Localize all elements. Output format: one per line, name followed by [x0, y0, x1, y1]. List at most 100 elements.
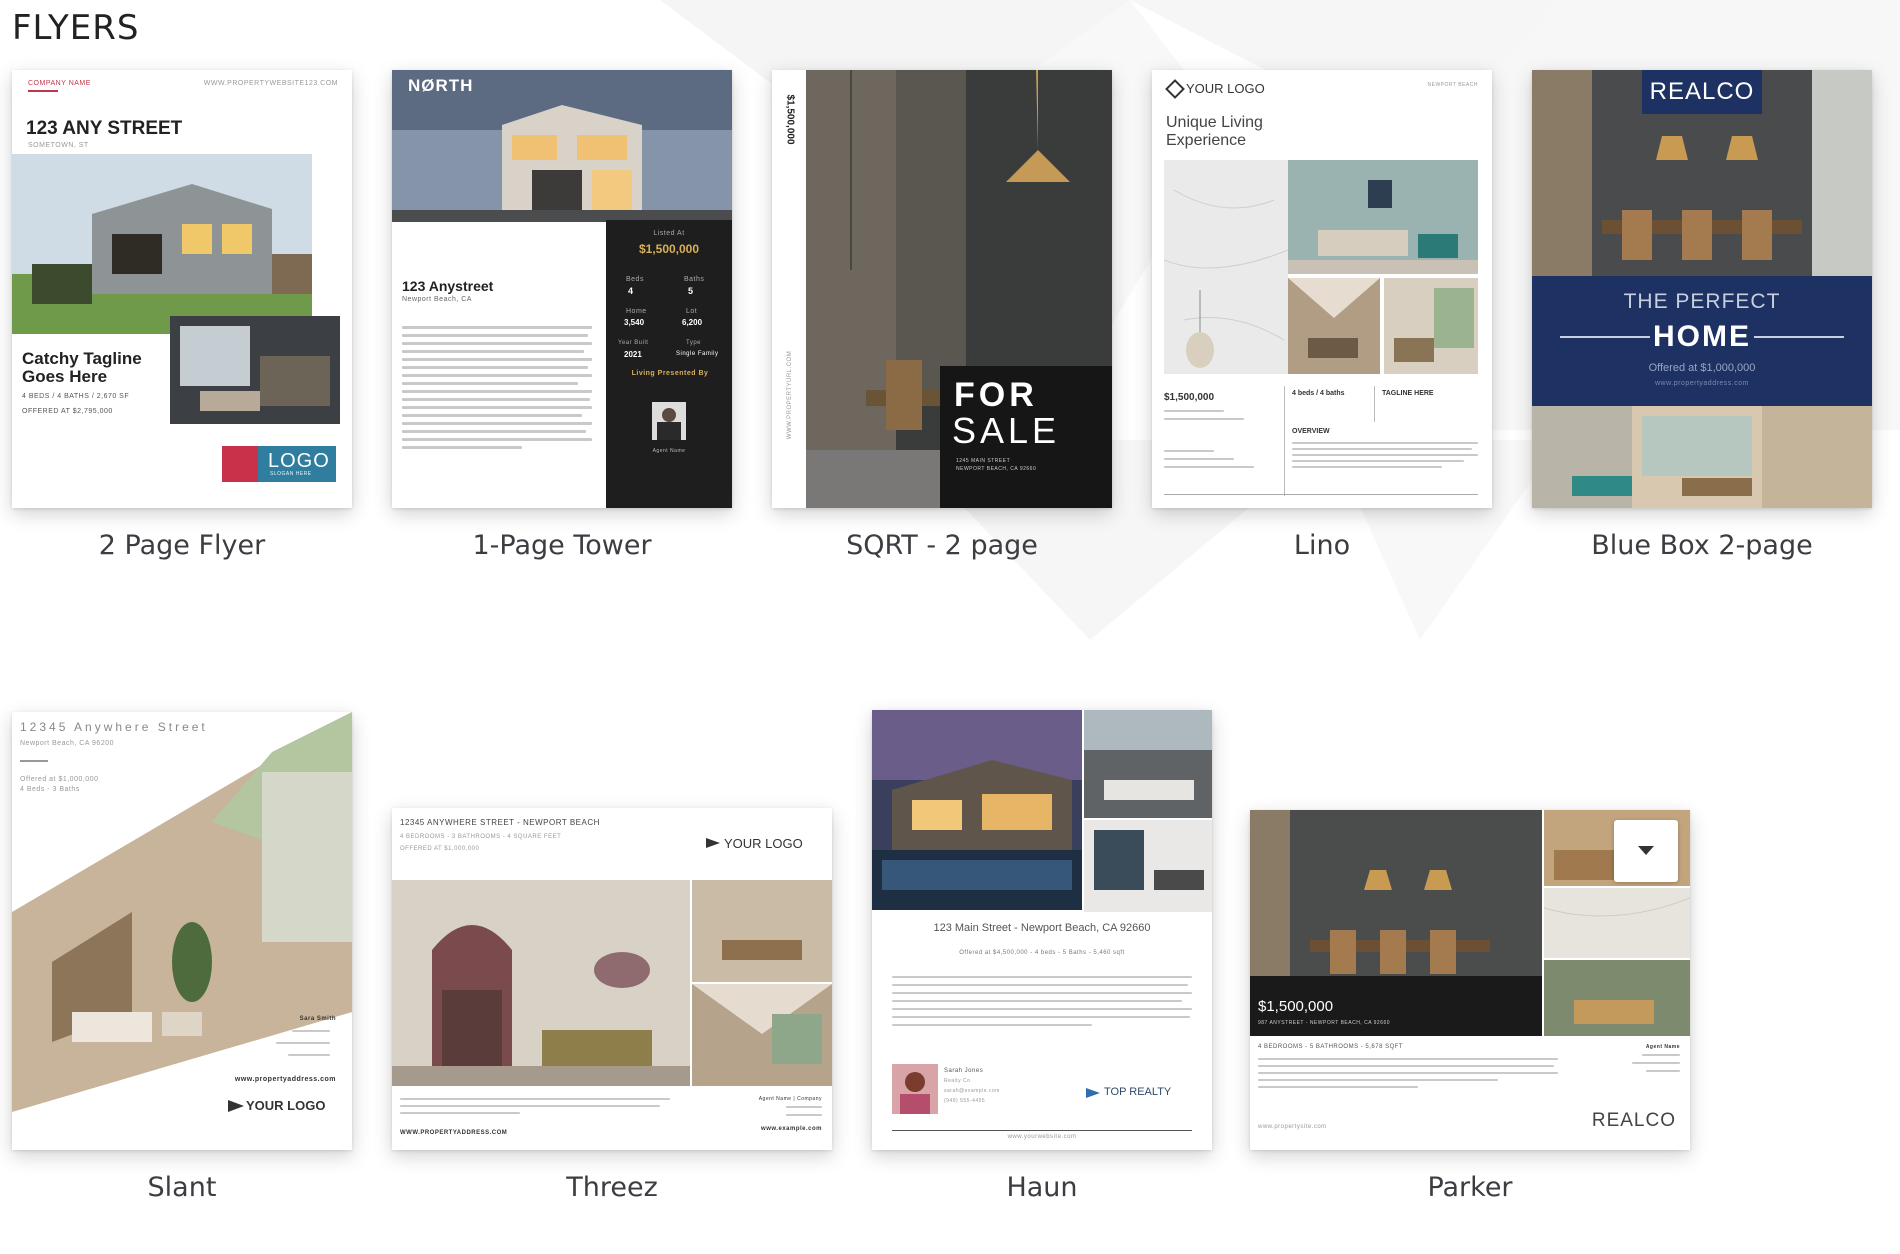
slant-divider	[20, 760, 48, 762]
template-card-blue-box-2-page[interactable]: REALCO THE PERFECT HOME Offered at $1,00…	[1532, 70, 1872, 580]
location-text: NEWPORT BEACH	[1427, 82, 1478, 88]
lino-divider-2	[1374, 386, 1375, 422]
logo-text: YOUR LOGO	[1186, 81, 1265, 96]
flyer-city: SOMETOWN, ST	[28, 142, 89, 149]
template-options-dropdown[interactable]	[1614, 820, 1678, 882]
template-thumbnail[interactable]: COMPANY NAME WWW.PROPERTYWEBSITE123.COM …	[12, 70, 352, 508]
slant-address: 12345 Anywhere Street	[20, 720, 208, 734]
slant-offered: Offered at $1,000,000	[20, 776, 99, 783]
headline-line-1: THE PERFECT	[1623, 290, 1781, 313]
template-thumbnail[interactable]: REALCO THE PERFECT HOME Offered at $1,00…	[1532, 70, 1872, 508]
flyer-tagline: Catchy Tagline Goes Here	[22, 349, 142, 386]
agent-photo	[652, 402, 686, 440]
lino-beds: 4 beds / 4 baths	[1292, 390, 1345, 397]
template-thumbnail[interactable]: NØRTH Listed At $1,500,000 Beds 4 Baths …	[392, 70, 732, 508]
lino-divider-1	[1284, 386, 1285, 496]
interior-photo-1	[1288, 278, 1380, 374]
interior-photo-2	[1384, 278, 1478, 374]
template-label[interactable]: Blue Box 2-page	[1532, 530, 1872, 561]
address: 1245 MAIN STREET	[956, 458, 1011, 464]
side-photo-3	[1544, 960, 1690, 1036]
template-card-1-page-tower[interactable]: NØRTH Listed At $1,500,000 Beds 4 Baths …	[392, 70, 732, 580]
lino-bottom-rule	[1164, 494, 1478, 495]
offered-text: Offered at $1,000,000	[1648, 362, 1756, 374]
chevron-down-icon	[1638, 846, 1654, 855]
haun-agent: Sarah Jones	[944, 1068, 984, 1074]
template-label[interactable]: 2 Page Flyer	[12, 530, 352, 561]
slant-city: Newport Beach, CA 96200	[20, 740, 114, 747]
agent-email-line	[786, 1114, 822, 1116]
parker-specs: 4 BEDROOMS - 5 BATHROOMS - 5,678 SQFT	[1258, 1044, 1404, 1050]
main-room-photo	[392, 880, 690, 1086]
template-label[interactable]: 1-Page Tower	[392, 530, 732, 561]
template-card-haun[interactable]: 123 Main Street - Newport Beach, CA 9266…	[872, 710, 1212, 1222]
lot-label: Lot	[686, 308, 698, 315]
flag-icon	[1086, 1088, 1100, 1098]
haun-brand: TOP REALTY	[1104, 1086, 1172, 1098]
template-card-2-page-flyer[interactable]: COMPANY NAME WWW.PROPERTYWEBSITE123.COM …	[12, 70, 352, 580]
template-thumbnail[interactable]: $1,500,000 987 ANYSTREET - NEWPORT BEACH…	[1250, 810, 1690, 1150]
threez-url: WWW.PROPERTYADDRESS.COM	[400, 1130, 508, 1136]
parker-agent: Agent Name	[1645, 1044, 1680, 1050]
night-house-photo	[872, 710, 1082, 910]
logo-box: LOGO SLOGAN HERE	[258, 446, 336, 482]
haun-email: sarah@example.com	[944, 1088, 1000, 1094]
template-thumbnail[interactable]: 12345 Anywhere Street Newport Beach, CA …	[12, 712, 352, 1150]
interior-photos	[1532, 406, 1872, 508]
presented-by: Living Presented By	[631, 370, 709, 377]
company-name: COMPANY NAME	[28, 80, 91, 87]
template-label[interactable]: Parker	[1250, 1172, 1690, 1203]
parker-address: 987 ANYSTREET - NEWPORT BEACH, CA 92660	[1258, 1020, 1391, 1026]
threez-address: 12345 ANYWHERE STREET - NEWPORT BEACH	[400, 818, 600, 827]
agent-email-line	[1632, 1062, 1680, 1064]
template-label[interactable]: Haun	[872, 1172, 1212, 1203]
side-photo-2	[1544, 888, 1690, 958]
template-card-slant[interactable]: 12345 Anywhere Street Newport Beach, CA …	[12, 712, 352, 1222]
slant-url: www.propertyaddress.com	[234, 1076, 336, 1083]
agent-phone-line	[786, 1106, 822, 1108]
template-card-sqrt-2-page[interactable]: $1,500,000 WWW.PROPERTYURL.COM FOR SALE …	[772, 70, 1112, 580]
haun-phone: (949) 555-4455	[944, 1098, 986, 1104]
template-label[interactable]: Lino	[1152, 530, 1492, 561]
interior-photo-2	[1084, 820, 1212, 912]
parker-url: www.propertysite.com	[1258, 1124, 1327, 1130]
haun-company: Realty Co	[944, 1078, 971, 1084]
agent-company-line	[1642, 1054, 1680, 1056]
template-thumbnail[interactable]: 12345 ANYWHERE STREET - NEWPORT BEACH 4 …	[392, 808, 832, 1150]
brand-box: REALCO	[1642, 70, 1762, 114]
interior-photo-1	[1084, 710, 1212, 818]
price-panel: Listed At $1,500,000 Beds 4 Baths 5 Home…	[606, 220, 732, 508]
template-label[interactable]: SQRT - 2 page	[772, 530, 1112, 561]
type-value: Single Family	[676, 351, 719, 357]
template-label[interactable]: Slant	[12, 1172, 352, 1203]
threez-site: www.example.com	[761, 1126, 822, 1132]
template-card-lino[interactable]: YOUR LOGO NEWPORT BEACH Unique Living Ex…	[1152, 70, 1492, 580]
lino-tagline: TAGLINE HERE	[1382, 390, 1434, 397]
blue-box: THE PERFECT HOME Offered at $1,000,000 w…	[1532, 276, 1872, 406]
headline-sale: SALE	[952, 410, 1061, 451]
haun-address: 123 Main Street - Newport Beach, CA 9266…	[933, 922, 1151, 934]
template-thumbnail[interactable]: YOUR LOGO NEWPORT BEACH Unique Living Ex…	[1152, 70, 1492, 508]
logo-icon	[222, 446, 258, 482]
template-thumbnail[interactable]: $1,500,000 WWW.PROPERTYURL.COM FOR SALE …	[772, 70, 1112, 508]
price: $1,500,000	[638, 242, 700, 256]
parker-brand: REALCO	[1591, 1110, 1676, 1131]
agent-photo	[892, 1064, 938, 1114]
parker-price: $1,500,000	[1258, 998, 1334, 1015]
page-title: FLYERS	[12, 8, 140, 48]
headline: Unique Living Experience	[1166, 114, 1263, 149]
year-label: Year Built	[618, 340, 649, 346]
threez-specs: 4 BEDROOMS - 3 BATHROOMS - 4 SQUARE FEET	[400, 834, 562, 840]
template-card-threez[interactable]: 12345 ANYWHERE STREET - NEWPORT BEACH 4 …	[392, 712, 832, 1222]
template-card-parker[interactable]: $1,500,000 987 ANYSTREET - NEWPORT BEACH…	[1250, 712, 1690, 1222]
template-thumbnail[interactable]: 123 Main Street - Newport Beach, CA 9266…	[872, 710, 1212, 1150]
haun-specs: Offered at $4,500,000 - 4 beds - 5 Baths…	[959, 950, 1125, 956]
year-value: 2021	[624, 350, 642, 359]
home-value: 3,540	[624, 318, 645, 327]
property-address: 123 Anystreet	[402, 278, 494, 294]
diamond-icon	[1165, 79, 1185, 99]
property-city: Newport Beach, CA	[402, 296, 472, 303]
url-text: www.propertyaddress.com	[1655, 380, 1749, 387]
house-photo	[12, 154, 312, 334]
template-label[interactable]: Threez	[392, 1172, 832, 1203]
